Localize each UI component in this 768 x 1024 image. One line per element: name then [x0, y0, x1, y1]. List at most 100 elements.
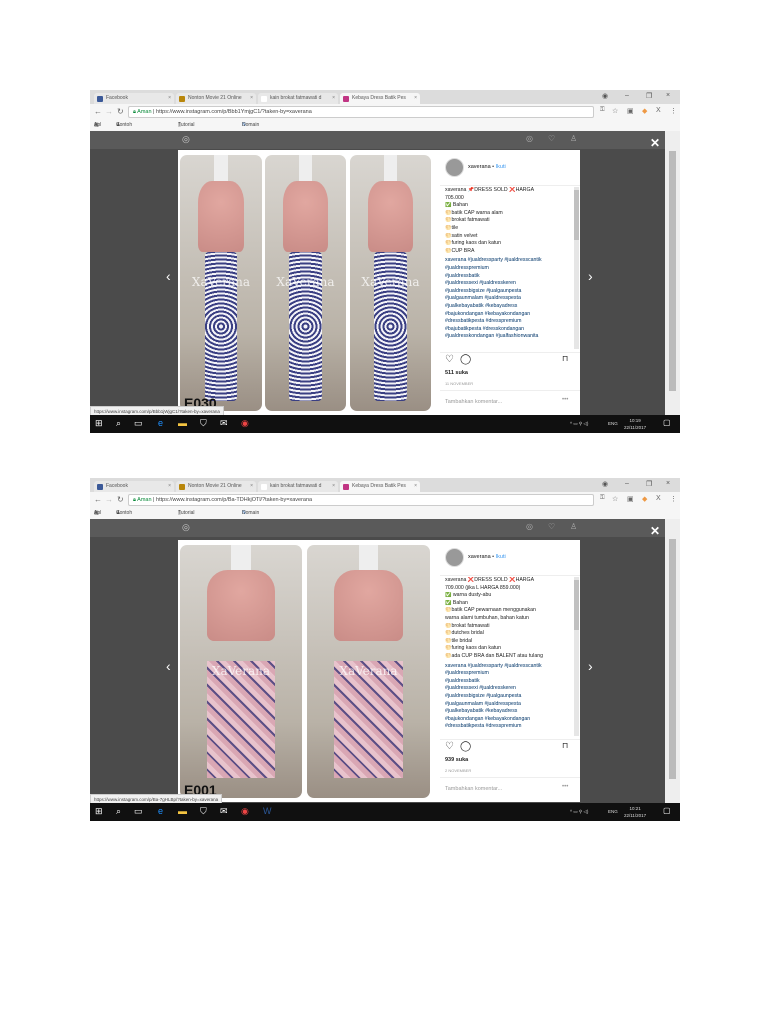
- dress-photo[interactable]: XaVerana E030: [180, 155, 262, 411]
- back-icon[interactable]: ←: [94, 495, 102, 504]
- follow-button[interactable]: Ikuti: [496, 164, 506, 170]
- dress-photo[interactable]: XaVerana: [265, 155, 346, 411]
- hashtag-line[interactable]: #jualgaunmalam #jualdresspesta: [445, 701, 573, 709]
- avatar[interactable]: [445, 158, 464, 177]
- file-explorer-icon[interactable]: ▬: [178, 806, 187, 816]
- caption-scrollbar[interactable]: [574, 187, 579, 349]
- file-explorer-icon[interactable]: ▬: [178, 418, 187, 428]
- like-icon[interactable]: ♡: [445, 741, 454, 752]
- browser-tab[interactable]: Kebaya Dress Batik Pes ×: [340, 481, 420, 492]
- close-tab-icon[interactable]: ×: [168, 481, 171, 492]
- extension-x-icon[interactable]: X: [656, 495, 661, 502]
- hashtag-line[interactable]: #jualgaunmalam #jualdresspesta: [445, 295, 573, 303]
- edge-icon[interactable]: e: [158, 418, 163, 428]
- browser-tab[interactable]: Facebook ×: [94, 93, 174, 104]
- clock[interactable]: 10:21 22/11/2017: [624, 805, 646, 819]
- hashtag-line[interactable]: xaverana #jualdressparty #jualdresscanti…: [445, 663, 573, 671]
- mail-icon[interactable]: ✉: [220, 418, 228, 429]
- more-options-button[interactable]: •••: [562, 397, 568, 403]
- tray-icons[interactable]: ^ ▭ ⚲ ◁): [570, 420, 588, 427]
- profile-icon[interactable]: ♙: [570, 522, 577, 531]
- likes-count[interactable]: 939 suka: [445, 757, 468, 763]
- username-link[interactable]: xaverana: [468, 554, 491, 560]
- hashtag-line[interactable]: #jualdresspremium: [445, 670, 573, 678]
- close-tab-icon[interactable]: ×: [250, 93, 253, 104]
- browser-tab[interactable]: Nonton Movie 21 Online ×: [176, 93, 256, 104]
- hashtag-line[interactable]: #bajukondangan #kebayakondangan: [445, 716, 573, 724]
- prev-arrow-icon[interactable]: ‹: [166, 658, 171, 674]
- likes-count[interactable]: 511 suka: [445, 370, 468, 376]
- hashtag-line[interactable]: #jualdressbatik: [445, 678, 573, 686]
- store-icon[interactable]: ⛉: [200, 418, 207, 429]
- word-icon[interactable]: W: [263, 806, 272, 816]
- follow-button[interactable]: Ikuti: [496, 554, 506, 560]
- star-icon[interactable]: ☆: [612, 495, 618, 503]
- task-view-icon[interactable]: ▭: [134, 806, 143, 817]
- url-input[interactable]: 🔒︎ Aman | https://www.instagram.com/p/Bb…: [128, 106, 594, 118]
- extension-icon[interactable]: ▣: [627, 495, 634, 503]
- more-options-button[interactable]: •••: [562, 784, 568, 790]
- forward-icon[interactable]: →: [105, 495, 113, 504]
- profile-icon[interactable]: ◉: [602, 92, 608, 100]
- back-icon[interactable]: ←: [94, 107, 102, 116]
- close-window-button[interactable]: ×: [666, 480, 670, 487]
- chrome-icon[interactable]: ◉: [241, 418, 249, 429]
- extension-icon[interactable]: ◆: [642, 107, 647, 115]
- hashtag-line[interactable]: #dressbatikpesta #dresspremium: [445, 723, 573, 731]
- extension-x-icon[interactable]: X: [656, 107, 661, 114]
- search-icon[interactable]: ⌕: [116, 418, 121, 429]
- browser-tab[interactable]: kain brokat fatmawati d ×: [258, 93, 338, 104]
- hashtag-line[interactable]: #jualdresssexi #jualdresskeren: [445, 280, 573, 288]
- hashtag-line[interactable]: xaverana #jualdressparty #jualdresscanti…: [445, 257, 573, 265]
- maximize-button[interactable]: ❐: [646, 480, 652, 488]
- page-scrollbar[interactable]: [665, 519, 680, 803]
- notifications-icon[interactable]: ▢: [663, 806, 671, 815]
- minimize-button[interactable]: –: [625, 480, 629, 487]
- close-tab-icon[interactable]: ×: [414, 481, 417, 492]
- bookmark-icon[interactable]: ⊓: [562, 354, 568, 363]
- star-icon[interactable]: ☆: [612, 107, 618, 115]
- task-view-icon[interactable]: ▭: [134, 418, 143, 429]
- mail-icon[interactable]: ✉: [220, 806, 228, 817]
- instagram-logo-icon[interactable]: ◎: [182, 522, 190, 533]
- browser-tab[interactable]: Facebook ×: [94, 481, 174, 492]
- close-tab-icon[interactable]: ×: [168, 93, 171, 104]
- caption-scrollbar[interactable]: [574, 577, 579, 736]
- close-tab-icon[interactable]: ×: [332, 93, 335, 104]
- extension-icon[interactable]: ◆: [642, 495, 647, 503]
- hashtag-line[interactable]: #bajubatikpesta #dresskondangan: [445, 326, 573, 334]
- profile-icon[interactable]: ♙: [570, 134, 577, 143]
- maximize-button[interactable]: ❐: [646, 92, 652, 100]
- key-icon[interactable]: ⚿: [600, 495, 605, 502]
- browser-tab[interactable]: kain brokat fatmawati d ×: [258, 481, 338, 492]
- extension-icon[interactable]: ▣: [627, 107, 634, 115]
- minimize-button[interactable]: –: [625, 92, 629, 99]
- close-tab-icon[interactable]: ×: [414, 93, 417, 104]
- hashtag-line[interactable]: #jualkebayabatik #kebayadress: [445, 303, 573, 311]
- edge-icon[interactable]: e: [158, 806, 163, 816]
- menu-icon[interactable]: ⋮: [670, 495, 677, 503]
- close-tab-icon[interactable]: ×: [250, 481, 253, 492]
- next-arrow-icon[interactable]: ›: [588, 658, 593, 674]
- like-icon[interactable]: ♡: [445, 354, 454, 365]
- profile-icon[interactable]: ◉: [602, 480, 608, 488]
- hashtag-line[interactable]: #bajukondangan #kebayakondangan: [445, 311, 573, 319]
- url-input[interactable]: 🔒︎ Aman | https://www.instagram.com/p/Ba…: [128, 494, 594, 506]
- hashtag-line[interactable]: #jualdressbigsize #jualgaunpesta: [445, 693, 573, 701]
- forward-icon[interactable]: →: [105, 107, 113, 116]
- close-icon[interactable]: ✕: [650, 136, 660, 150]
- search-icon[interactable]: ⌕: [116, 806, 121, 817]
- language-indicator[interactable]: ENG: [608, 808, 618, 815]
- start-icon[interactable]: ⊞: [95, 806, 103, 817]
- heart-icon[interactable]: ♡: [548, 134, 555, 143]
- dress-photo[interactable]: XaVerana: [307, 545, 430, 798]
- explore-icon[interactable]: ◎: [526, 134, 533, 143]
- store-icon[interactable]: ⛉: [200, 806, 207, 817]
- explore-icon[interactable]: ◎: [526, 522, 533, 531]
- prev-arrow-icon[interactable]: ‹: [166, 268, 171, 284]
- tray-icons[interactable]: ^ ▭ ⚲ ◁): [570, 808, 588, 815]
- browser-tab[interactable]: Nonton Movie 21 Online ×: [176, 481, 256, 492]
- hashtag-line[interactable]: #jualkebayabatik #kebayadress: [445, 708, 573, 716]
- hashtag-line[interactable]: #jualdresssexi #jualdresskeren: [445, 685, 573, 693]
- username-link[interactable]: xaverana: [468, 164, 491, 170]
